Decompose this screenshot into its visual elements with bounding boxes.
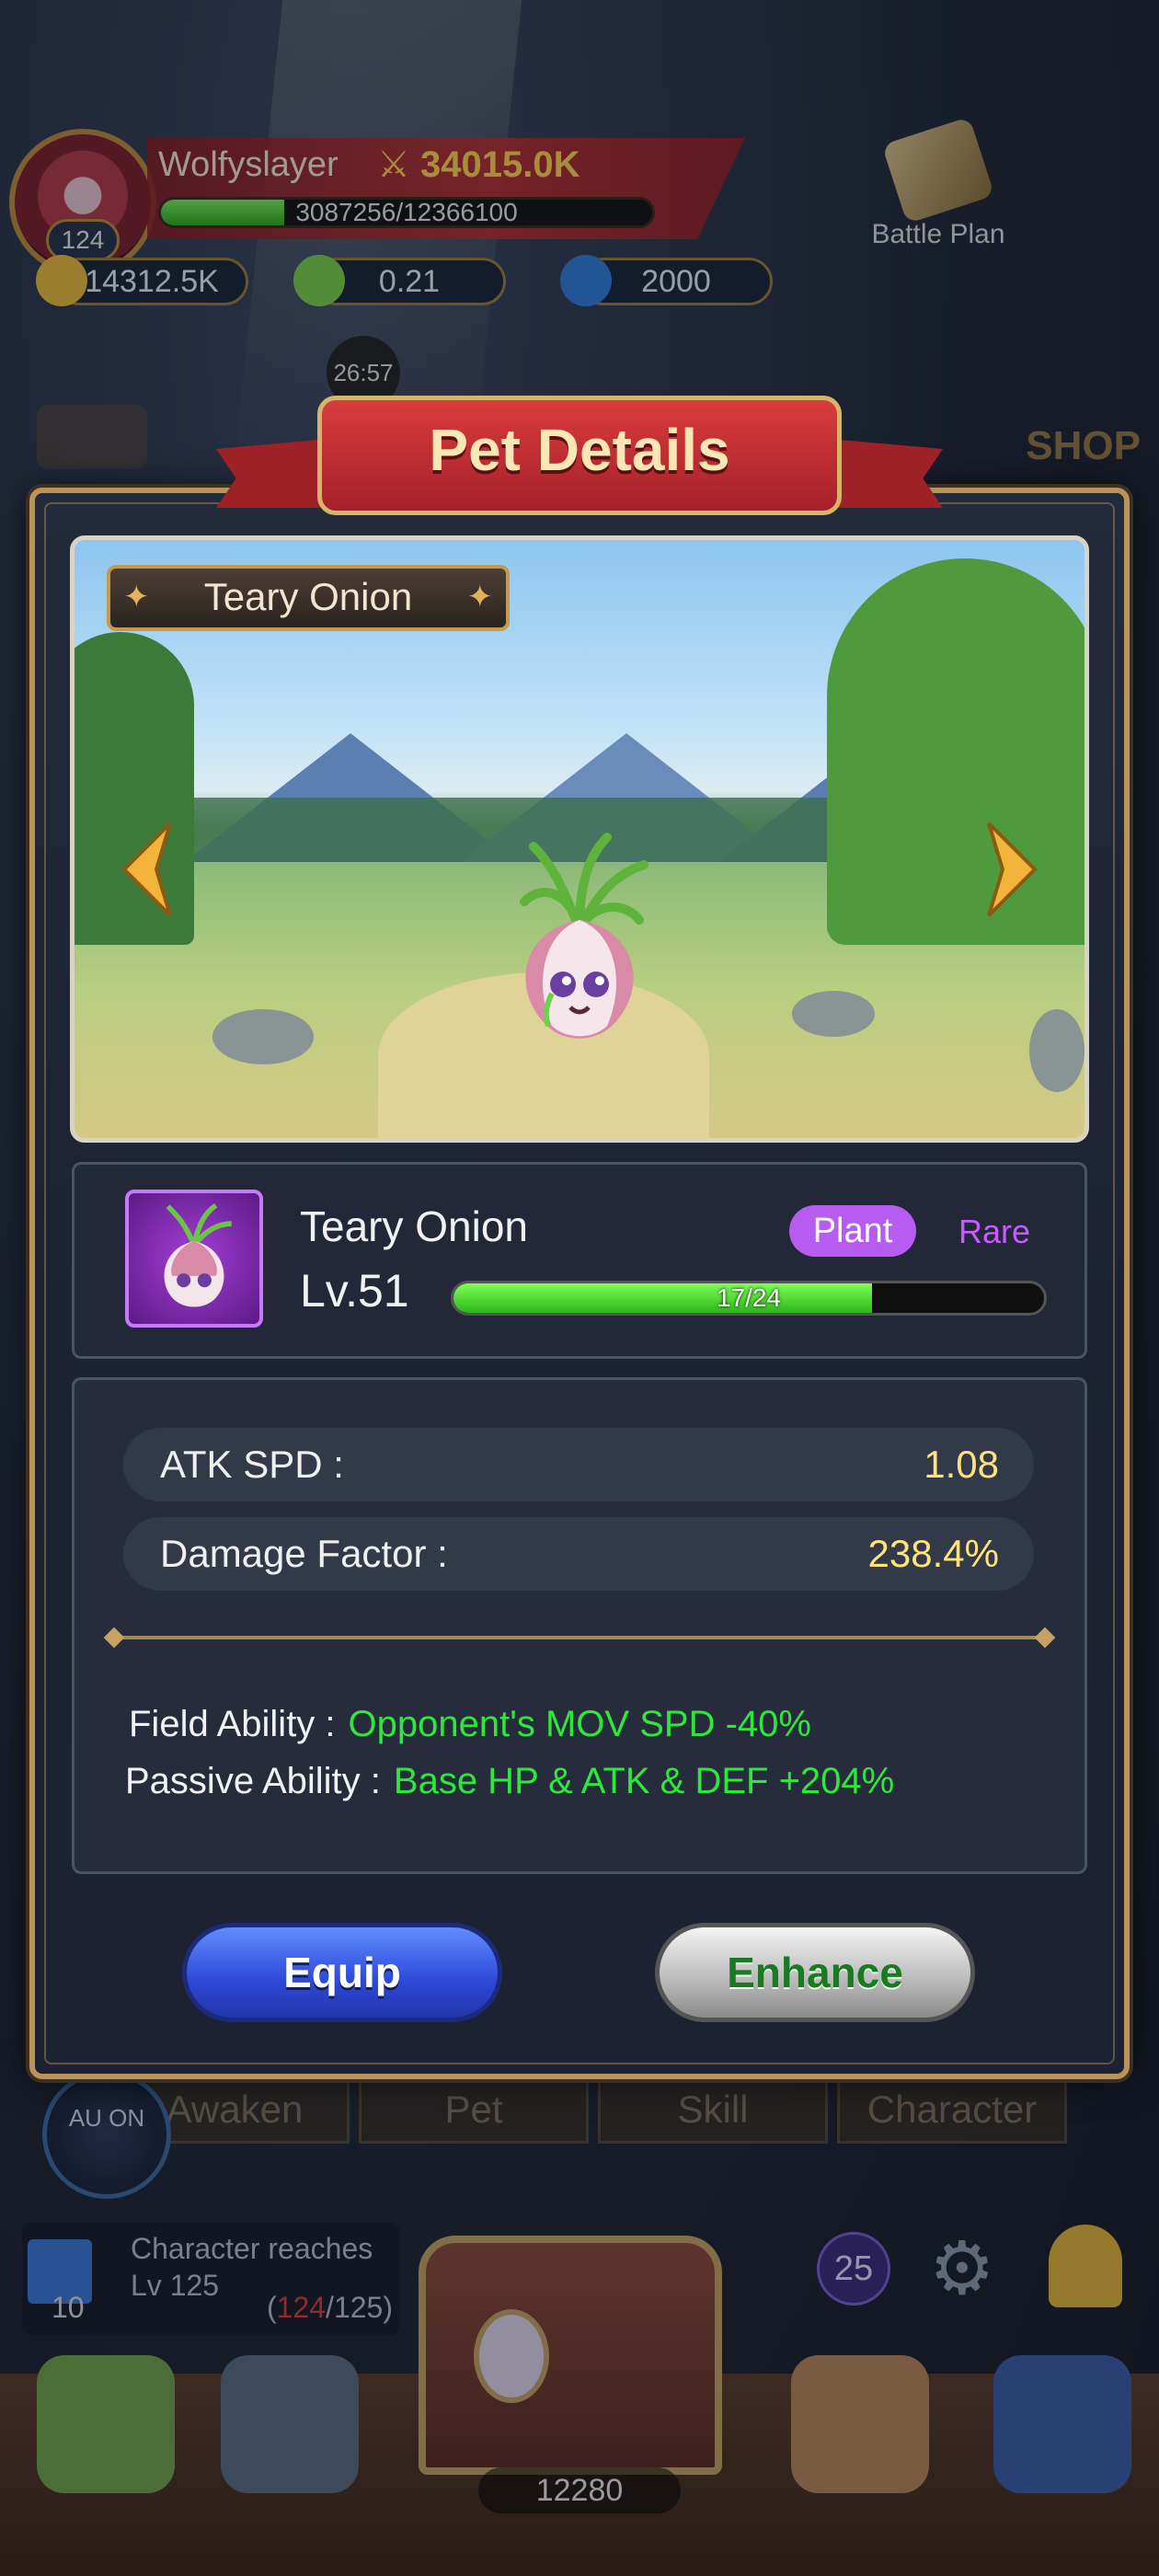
previous-pet-arrow[interactable] — [120, 819, 175, 920]
star-ornament-icon: ✦ — [123, 580, 150, 615]
chevron-right-icon — [987, 822, 1038, 917]
enhance-button[interactable]: Enhance — [655, 1923, 975, 2022]
ability-label: Field Ability : — [129, 1704, 336, 1744]
stat-value: 1.08 — [924, 1443, 999, 1486]
ability-value: Base HP & ATK & DEF +204% — [393, 1761, 895, 1801]
ability-label: Passive Ability : — [125, 1761, 381, 1801]
rock — [212, 1009, 314, 1064]
stat-label: Damage Factor : — [160, 1532, 448, 1575]
pet-name-plate: ✦ Teary Onion ✦ — [107, 565, 510, 631]
pet-plate-name: Teary Onion — [203, 575, 413, 618]
tree — [827, 558, 1084, 945]
passive-ability: Passive Ability : Base HP & ATK & DEF +20… — [125, 1761, 894, 1802]
pet-name: Teary Onion — [300, 1202, 529, 1250]
equip-button[interactable]: Equip — [182, 1923, 502, 2022]
pet-type-tag: Plant — [789, 1205, 916, 1257]
section-divider — [110, 1636, 1049, 1639]
pet-portrait — [125, 1190, 263, 1328]
modal-title: Pet Details — [429, 417, 730, 483]
pet-rarity: Rare — [958, 1213, 1031, 1250]
rock — [1029, 1009, 1084, 1092]
pet-progress-text: 17/24 — [716, 1283, 782, 1312]
field-ability: Field Ability : Opponent's MOV SPD -40% — [129, 1704, 811, 1745]
star-ornament-icon: ✦ — [466, 580, 494, 615]
stat-row-atk-spd: ATK SPD : 1.08 — [123, 1428, 1034, 1501]
onion-pet-sprite — [488, 828, 671, 1067]
chevron-left-icon — [121, 822, 172, 917]
stat-row-damage-factor: Damage Factor : 238.4% — [123, 1517, 1034, 1591]
stat-label: ATK SPD : — [160, 1443, 344, 1486]
ability-value: Opponent's MOV SPD -40% — [348, 1704, 811, 1744]
modal-title-banner: Pet Details — [216, 377, 943, 524]
stat-value: 238.4% — [867, 1532, 999, 1575]
next-pet-arrow[interactable] — [984, 819, 1039, 920]
rock — [792, 991, 875, 1037]
pet-level: Lv.51 — [300, 1265, 409, 1317]
